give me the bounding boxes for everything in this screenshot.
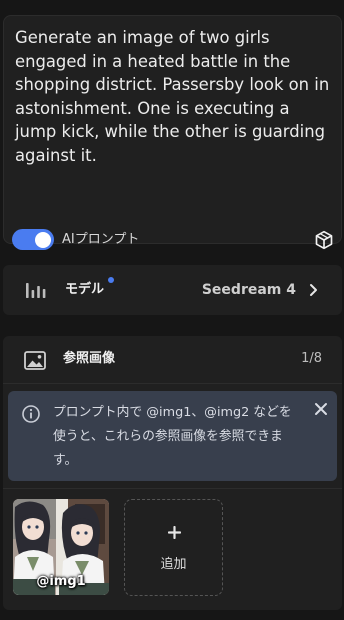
toggle-knob bbox=[35, 231, 51, 248]
info-banner: プロンプト内で @img1、@img2 などを使うと、これらの参照画像を参照でき… bbox=[8, 391, 337, 481]
reference-images-title: 参照画像 bbox=[63, 351, 116, 366]
add-label: 追加 bbox=[160, 557, 187, 572]
model-selector[interactable]: モデル Seedream 4 bbox=[3, 265, 342, 315]
model-label: モデル bbox=[65, 282, 105, 297]
cube-icon[interactable] bbox=[314, 230, 334, 250]
model-notification-dot bbox=[108, 277, 114, 283]
plus-icon bbox=[168, 526, 181, 539]
reference-image-thumbnail[interactable]: @img1 bbox=[13, 499, 109, 595]
close-icon[interactable] bbox=[314, 402, 328, 416]
divider bbox=[3, 488, 342, 489]
ai-prompt-toggle[interactable] bbox=[12, 229, 54, 250]
reference-image-label: @img1 bbox=[36, 574, 86, 589]
info-icon bbox=[22, 405, 40, 423]
chevron-right-icon bbox=[310, 284, 317, 296]
ai-prompt-label: AIプロンプト bbox=[62, 232, 140, 247]
reference-images-count: 1/8 bbox=[301, 351, 322, 366]
bar-chart-icon bbox=[26, 283, 46, 298]
divider bbox=[3, 383, 342, 384]
image-icon bbox=[24, 351, 46, 370]
reference-images-panel: 参照画像 1/8 プロンプト内で @img1、@img2 などを使うと、これらの… bbox=[3, 336, 342, 610]
info-text: プロンプト内で @img1、@img2 などを使うと、これらの参照画像を参照でき… bbox=[53, 405, 292, 468]
prompt-card: Generate an image of two girls engaged i… bbox=[3, 15, 342, 250]
model-value: Seedream 4 bbox=[201, 282, 296, 298]
add-reference-button[interactable]: 追加 bbox=[124, 499, 223, 596]
prompt-textarea[interactable]: Generate an image of two girls engaged i… bbox=[15, 26, 331, 168]
